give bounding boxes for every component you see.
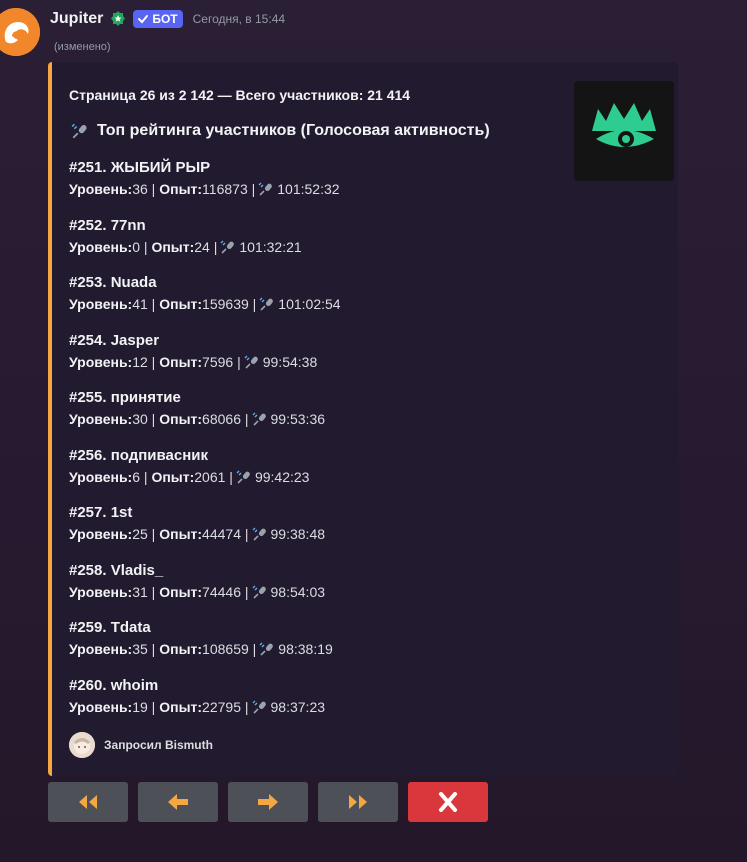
entry-name: #255. принятие xyxy=(69,389,181,406)
microphone-icon xyxy=(259,297,274,311)
list-item: #260. whoim Уровень: 19 | Опыт: 22795 | 9… xyxy=(69,676,341,734)
entry-stats: Уровень: 12 | Опыт: 7596 | 99:54:38 xyxy=(69,353,318,370)
requester-avatar xyxy=(69,732,95,758)
entry-stats: Уровень: 25 | Опыт: 44474 | 99:38:48 xyxy=(69,526,326,542)
double-arrow-left-icon xyxy=(79,795,97,809)
checkmark-icon xyxy=(138,15,149,24)
embed-thumbnail[interactable] xyxy=(574,81,674,181)
entry-name: #259. Tdata xyxy=(69,619,151,636)
microphone-icon xyxy=(259,642,274,656)
list-item: #252. 77nn Уровень: 0 | Опыт: 24 | 101:32… xyxy=(69,216,341,274)
close-button[interactable] xyxy=(408,782,488,822)
entry-name: #257. 1st xyxy=(69,504,133,521)
microphone-icon xyxy=(252,527,266,541)
embed-author: Страница 26 из 2 142 — Всего участников:… xyxy=(69,87,411,103)
list-item: #255. принятие Уровень: 30 | Опыт: 68066… xyxy=(69,388,341,446)
entry-name: #252. 77nn xyxy=(69,216,146,234)
bot-avatar[interactable] xyxy=(0,8,40,56)
list-item: #251. ЖЫБИЙ РЫР Уровень: 36 | Опыт: 1168… xyxy=(69,158,341,216)
list-item: #256. подпивасник Уровень: 6 | Опыт: 206… xyxy=(69,446,341,504)
microphone-icon xyxy=(252,585,266,599)
eye-crown-logo-icon xyxy=(574,81,674,181)
bot-tag-label: БОТ xyxy=(152,12,178,26)
arrow-left-icon xyxy=(168,794,188,810)
leaderboard-list: #251. ЖЫБИЙ РЫР Уровень: 36 | Опыт: 1168… xyxy=(69,158,341,733)
footer-text: Запросил Bismuth xyxy=(104,738,213,752)
bot-tag: БОТ xyxy=(133,10,183,28)
entry-stats: Уровень: 41 | Опыт: 159639 | 101:02:54 xyxy=(69,296,341,312)
entry-stats: Уровень: 6 | Опыт: 2061 | 99:42:23 xyxy=(69,468,310,485)
list-item: #254. Jasper Уровень: 12 | Опыт: 7596 | 9… xyxy=(69,331,341,389)
list-item: #257. 1st Уровень: 25 | Опыт: 44474 | 99:… xyxy=(69,503,341,561)
arrow-right-icon xyxy=(258,794,278,810)
entry-name: #251. ЖЫБИЙ РЫР xyxy=(69,159,211,176)
microphone-icon xyxy=(244,355,258,369)
list-item: #259. Tdata Уровень: 35 | Опыт: 108659 |… xyxy=(69,618,341,676)
prev-page-button[interactable] xyxy=(138,782,218,822)
pagination-buttons xyxy=(48,782,488,822)
embed-title-text: Топ рейтинга участников (Голосовая актив… xyxy=(97,122,490,139)
username[interactable]: Jupiter xyxy=(50,10,103,28)
entry-stats: Уровень: 36 | Опыт: 116873 | 101:52:32 xyxy=(69,181,340,197)
anime-avatar-icon xyxy=(69,732,95,758)
entry-name: #253. Nuada xyxy=(69,274,157,291)
entry-stats: Уровень: 30 | Опыт: 68066 | 99:53:36 xyxy=(69,411,326,427)
entry-name: #256. подпивасник xyxy=(69,446,209,464)
close-x-icon xyxy=(439,792,457,812)
entry-name: #254. Jasper xyxy=(69,331,160,349)
verified-badge-icon xyxy=(111,11,126,26)
entry-stats: Уровень: 0 | Опыт: 24 | 101:32:21 xyxy=(69,238,302,255)
microphone-icon xyxy=(252,700,266,714)
microphone-icon xyxy=(236,470,250,484)
entry-name: #260. whoim xyxy=(69,676,159,694)
microphone-icon xyxy=(220,240,235,254)
entry-name: #258. Vladis_ xyxy=(69,561,164,579)
fox-logo-icon xyxy=(0,8,40,56)
timestamp: Сегодня, в 15:44 xyxy=(192,12,286,26)
leaderboard-embed: Страница 26 из 2 142 — Всего участников:… xyxy=(48,62,678,776)
double-arrow-right-icon xyxy=(349,795,367,809)
entry-stats: Уровень: 19 | Опыт: 22795 | 98:37:23 xyxy=(69,698,326,715)
next-page-button[interactable] xyxy=(228,782,308,822)
microphone-icon xyxy=(71,123,87,139)
list-item: #253. Nuada Уровень: 41 | Опыт: 159639 |… xyxy=(69,273,341,331)
first-page-button[interactable] xyxy=(48,782,128,822)
edited-label: (изменено) xyxy=(54,41,111,53)
message-header: Jupiter БОТ Сегодня, в 15:44 xyxy=(50,8,285,30)
embed-footer: Запросил Bismuth xyxy=(69,732,213,758)
microphone-icon xyxy=(258,182,273,196)
entry-stats: Уровень: 35 | Опыт: 108659 | 98:38:19 xyxy=(69,641,333,657)
list-item: #258. Vladis_ Уровень: 31 | Опыт: 74446 … xyxy=(69,561,341,619)
last-page-button[interactable] xyxy=(318,782,398,822)
embed-title: Топ рейтинга участников (Голосовая актив… xyxy=(69,122,490,140)
entry-stats: Уровень: 31 | Опыт: 74446 | 98:54:03 xyxy=(69,583,326,600)
microphone-icon xyxy=(252,412,266,426)
